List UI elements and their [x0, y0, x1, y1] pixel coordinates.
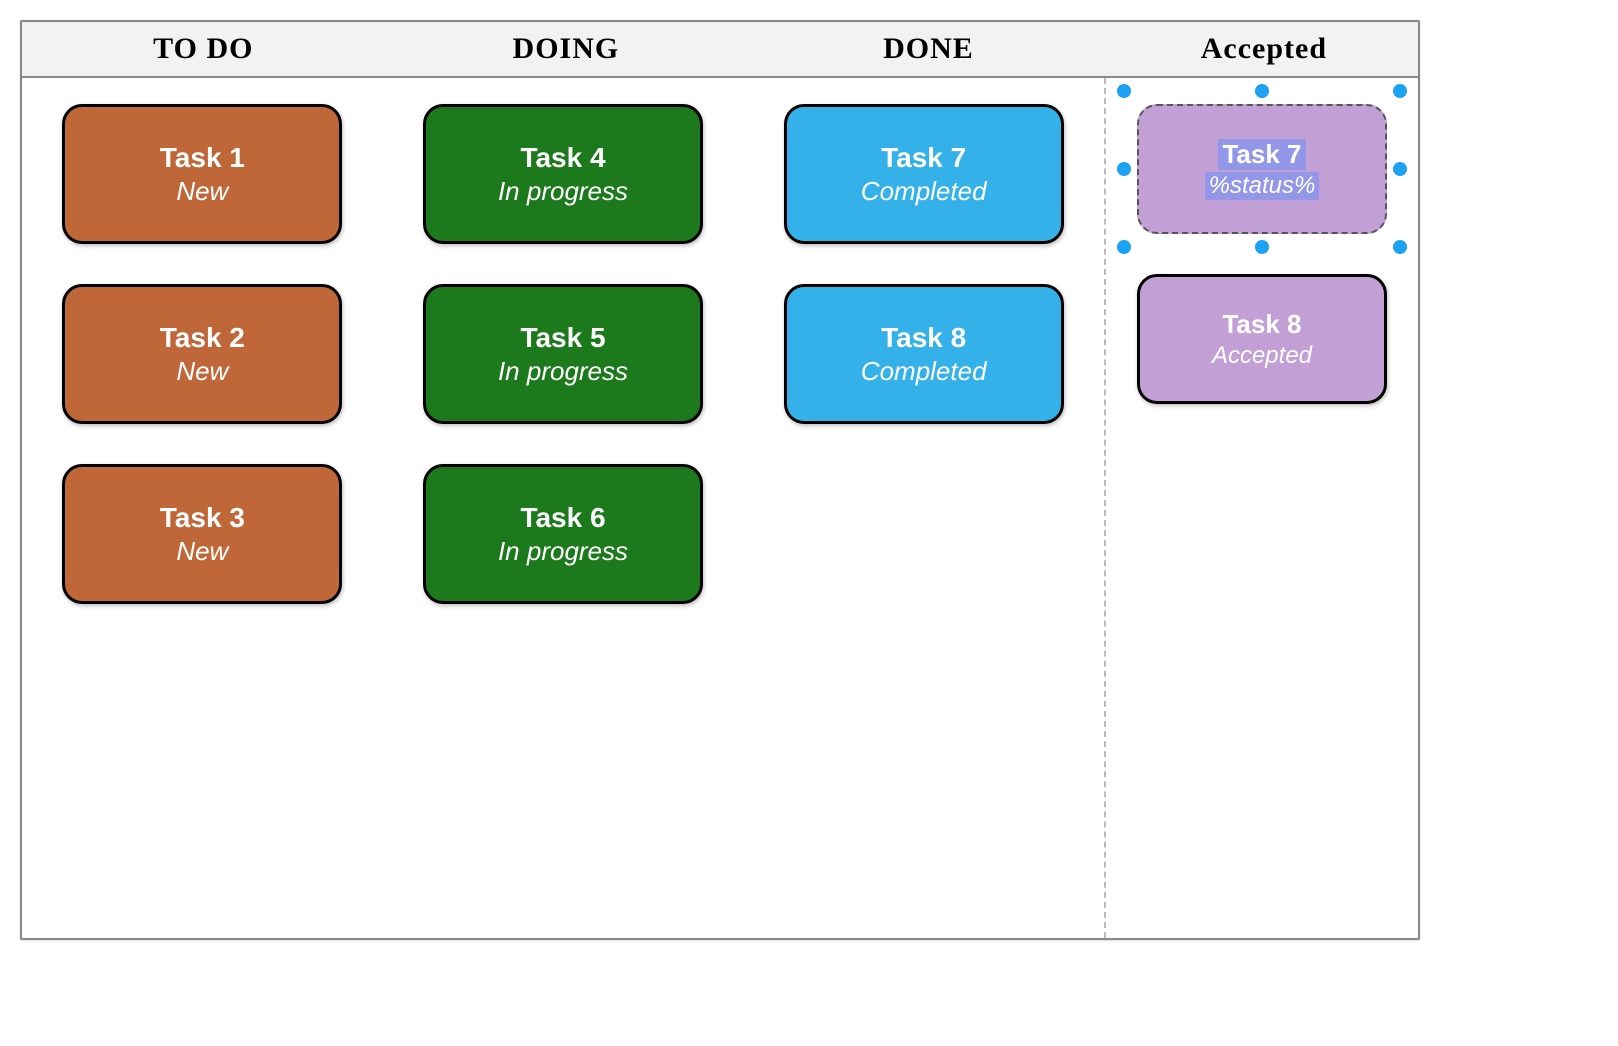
task-card-selected[interactable]: Task 7 %status% [1137, 104, 1387, 234]
task-card[interactable]: Task 8 Completed [784, 284, 1064, 424]
task-status: Completed [861, 176, 987, 207]
task-title: Task 3 [160, 502, 245, 534]
task-title: Task 2 [160, 322, 245, 354]
task-status: In progress [498, 176, 628, 207]
task-card[interactable]: Task 4 In progress [423, 104, 703, 244]
selection-wrapper[interactable]: Task 7 %status% [1137, 104, 1387, 234]
resize-handle[interactable] [1117, 240, 1131, 254]
task-title: Task 7 [1218, 139, 1305, 170]
task-status: In progress [498, 356, 628, 387]
resize-handle[interactable] [1255, 84, 1269, 98]
task-status: New [176, 356, 228, 387]
task-title: Task 6 [520, 502, 605, 534]
task-title: Task 5 [520, 322, 605, 354]
task-title: Task 8 [1222, 309, 1301, 340]
column-done[interactable]: Task 7 Completed Task 8 Completed [743, 78, 1104, 938]
resize-handle[interactable] [1255, 240, 1269, 254]
task-status: Accepted [1212, 342, 1312, 370]
resize-handle[interactable] [1393, 162, 1407, 176]
task-card[interactable]: Task 3 New [62, 464, 342, 604]
column-doing[interactable]: Task 4 In progress Task 5 In progress Ta… [383, 78, 744, 938]
board-body: Task 1 New Task 2 New Task 3 New Task 4 … [22, 78, 1418, 938]
resize-handle[interactable] [1393, 240, 1407, 254]
task-card[interactable]: Task 2 New [62, 284, 342, 424]
task-status: New [176, 176, 228, 207]
column-header-doing: DOING [385, 22, 748, 76]
column-header-done: DONE [747, 22, 1110, 76]
task-title: Task 7 [881, 142, 966, 174]
task-title: Task 8 [881, 322, 966, 354]
task-status: %status% [1205, 172, 1320, 200]
column-header-todo: TO DO [22, 22, 385, 76]
resize-handle[interactable] [1117, 162, 1131, 176]
resize-handle[interactable] [1117, 84, 1131, 98]
task-card[interactable]: Task 5 In progress [423, 284, 703, 424]
task-card[interactable]: Task 7 Completed [784, 104, 1064, 244]
column-header-accepted: Accepted [1110, 22, 1418, 76]
task-title: Task 1 [160, 142, 245, 174]
task-card[interactable]: Task 6 In progress [423, 464, 703, 604]
resize-handle[interactable] [1393, 84, 1407, 98]
task-status: Completed [861, 356, 987, 387]
task-title: Task 4 [520, 142, 605, 174]
task-status: In progress [498, 536, 628, 567]
header-row: TO DO DOING DONE Accepted [22, 22, 1418, 78]
kanban-board[interactable]: TO DO DOING DONE Accepted Task 1 New Tas… [20, 20, 1420, 940]
task-card[interactable]: Task 8 Accepted [1137, 274, 1387, 404]
task-status: New [176, 536, 228, 567]
column-todo[interactable]: Task 1 New Task 2 New Task 3 New [22, 78, 383, 938]
column-accepted[interactable]: Task 7 %status% Task 8 Accepted [1104, 78, 1418, 938]
task-card[interactable]: Task 1 New [62, 104, 342, 244]
